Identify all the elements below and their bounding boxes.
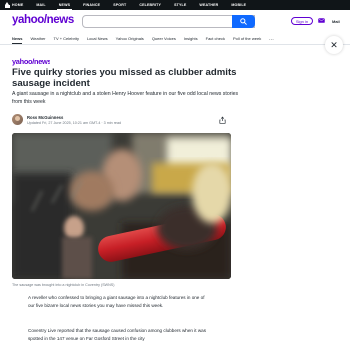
top-bar: HOME MAIL NEWS FINANCE SPORT CELEBRITY S… (0, 0, 350, 10)
author-name[interactable]: Ross McGuinness (27, 115, 63, 120)
svg-text:yahoo/news: yahoo/news (12, 57, 50, 66)
article-paragraph: A reveller who confessed to bringing a g… (28, 295, 205, 308)
nav-more-button[interactable]: ... (269, 36, 274, 41)
nav-item-poll-of-the-week[interactable]: Poll of the week (233, 36, 261, 41)
topbar-link-news[interactable]: NEWS (56, 3, 73, 10)
nav-item-queer-voices[interactable]: Queer Voices (152, 36, 176, 41)
topbar-link-style[interactable]: STYLE (174, 3, 186, 7)
topbar-link-celebrity[interactable]: CELEBRITY (139, 3, 161, 7)
topbar-link-home[interactable]: HOME (12, 3, 23, 7)
sign-in-button[interactable]: Sign in (291, 17, 313, 25)
yahoo-news-source-logo: yahoo/news (12, 57, 50, 66)
nav-item-local-news[interactable]: Local News (87, 36, 108, 41)
topbar-link-mobile[interactable]: MOBILE (231, 3, 246, 7)
nav-item-insights[interactable]: Insights (184, 36, 198, 41)
photo-caption: The sausage was brought into a nightclub… (12, 283, 115, 287)
nav-item-news[interactable]: News (12, 36, 23, 44)
yahoo-news-logo[interactable]: yahoo/news (12, 14, 74, 26)
article-meta: Updated Fri, 27 June 2025, 10:21 am GMT-… (27, 121, 122, 125)
topbar-link-mail[interactable]: MAIL (36, 3, 45, 7)
article-photo-image (12, 133, 231, 279)
topbar-link-finance[interactable]: FINANCE (83, 3, 100, 7)
topbar-link-weather[interactable]: WEATHER (199, 3, 218, 7)
section-nav: News Weather TV + Celebrity Local News Y… (12, 35, 282, 44)
mail-icon[interactable] (318, 18, 325, 23)
article-summary: A giant sausage in a nightclub and a sto… (12, 91, 239, 105)
mail-label[interactable]: Mail (332, 19, 340, 24)
close-button[interactable]: ✕ (325, 36, 343, 54)
nav-item-weather[interactable]: Weather (30, 36, 45, 41)
article-paragraph: Coventry Live reported that the sausage … (28, 328, 206, 341)
search-icon (240, 18, 247, 25)
home-icon[interactable] (5, 1, 10, 8)
topbar-link-sport[interactable]: SPORT (113, 3, 126, 7)
share-icon[interactable] (219, 116, 226, 124)
search-button[interactable] (232, 15, 255, 28)
nav-divider (0, 44, 350, 45)
article-headline: Five quirky stories you missed as clubbe… (12, 67, 237, 89)
search-input[interactable] (82, 15, 255, 28)
nav-item-fact-check[interactable]: Fact check (206, 36, 225, 41)
nav-item-yahoo-originals[interactable]: Yahoo Originals (116, 36, 144, 41)
article-photo (12, 133, 231, 279)
nav-item-tv-celebrity[interactable]: TV + Celebrity (54, 36, 79, 41)
close-icon: ✕ (330, 39, 338, 50)
author-avatar[interactable] (12, 114, 23, 125)
